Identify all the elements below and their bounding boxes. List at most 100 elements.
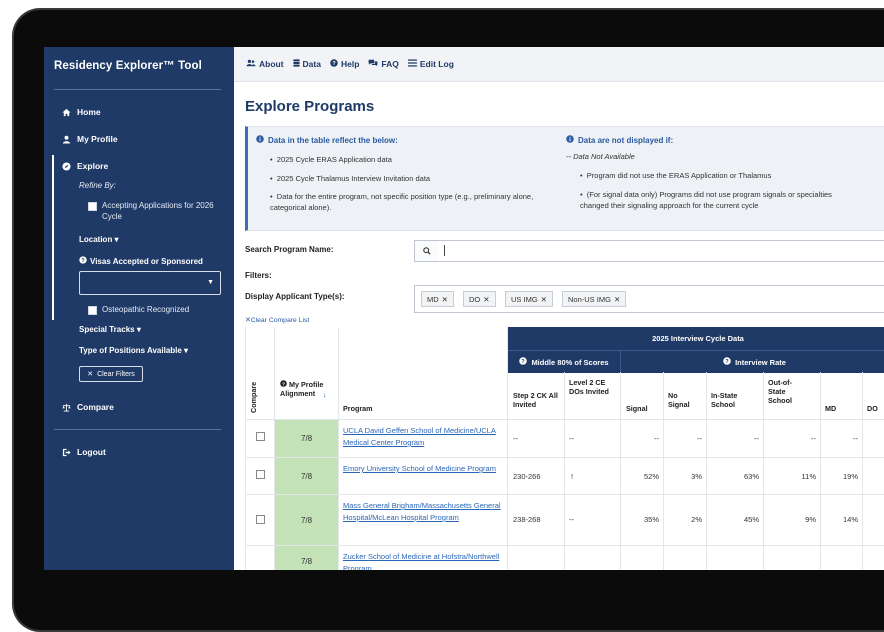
col-md-header[interactable]: MD (825, 404, 836, 413)
nav-logout[interactable]: Logout (62, 447, 106, 457)
col-alignment-label: My Profile Alignment (280, 380, 324, 398)
info-left-heading: Data in the table reflect the below: (256, 135, 398, 145)
edit-log-link[interactable]: Edit Log (407, 59, 454, 69)
app-title: Residency Explorer™ Tool (54, 60, 202, 72)
remove-icon[interactable]: ✕ (483, 295, 489, 304)
search-button[interactable] (414, 240, 440, 262)
svg-text:?: ? (725, 359, 729, 365)
accepting-label: Accepting Applications for 2026 Cycle (102, 201, 214, 221)
clear-compare-link[interactable]: ✕Clear Compare List (245, 316, 309, 324)
info-right-item-2: • (For signal data only) Programs did no… (580, 190, 832, 210)
special-tracks-filter[interactable]: Special Tracks ▾ (79, 325, 141, 334)
col-program-header[interactable]: Program (343, 404, 373, 413)
interview-rate-header[interactable]: ? Interview Rate (621, 350, 884, 373)
clear-filters-button[interactable]: ✕ Clear Filters (79, 366, 143, 382)
active-indicator (52, 155, 54, 320)
middle-80-header[interactable]: ? Middle 80% of Scores (508, 350, 621, 373)
question-circle-icon: ? (723, 357, 731, 367)
info-right-item-1: • Program did not use the ERAS Applicati… (580, 171, 772, 180)
osteopathic-filter[interactable]: Osteopathic Recognized (88, 304, 189, 315)
remove-icon[interactable]: ✕ (442, 295, 448, 304)
col-divider (564, 372, 565, 570)
tag-do[interactable]: DO ✕ (463, 291, 496, 307)
location-filter[interactable]: Location ▾ (79, 235, 119, 244)
sort-desc-icon[interactable]: ↓ (323, 390, 327, 399)
col-signal-header[interactable]: Signal (626, 404, 648, 413)
osteopathic-label: Osteopathic Recognized (102, 305, 190, 314)
question-circle-icon: ? (280, 380, 287, 389)
nav-compare[interactable]: Compare (62, 402, 114, 412)
alignment-cell: 7/8 (275, 495, 338, 545)
col-divider (862, 372, 863, 570)
nav-explore[interactable]: Explore (62, 161, 108, 171)
md-cell: -- (853, 434, 858, 443)
user-icon (62, 135, 71, 144)
instate-cell: 45% (743, 515, 759, 524)
compare-checkbox[interactable] (256, 515, 265, 524)
col-outstate-header[interactable]: Out-of-State School (768, 378, 808, 405)
close-icon: ✕ (87, 371, 94, 378)
program-link[interactable]: UCLA David Geffen School of Medicine/UCL… (343, 425, 503, 449)
nav-explore-label: Explore (77, 161, 109, 171)
col-divider (820, 372, 821, 570)
tag-non-us-img[interactable]: Non-US IMG ✕ (562, 291, 627, 307)
remove-icon[interactable]: ✕ (541, 295, 547, 304)
sign-out-icon (62, 448, 71, 457)
outstate-cell: 11% (801, 472, 816, 481)
nav-profile-label: My Profile (77, 134, 118, 144)
remove-icon[interactable]: ✕ (614, 295, 620, 304)
help-link[interactable]: ? Help (330, 59, 359, 69)
alignment-cell: 7/8 (275, 458, 338, 494)
app-screen: Residency Explorer™ Tool Home My Profile… (44, 47, 884, 570)
text-cursor (444, 245, 445, 256)
program-link[interactable]: Mass General Brigham/Massachusetts Gener… (343, 500, 503, 524)
nav-home[interactable]: Home (62, 107, 101, 117)
alignment-cell: 7/8 (275, 420, 338, 457)
md-cell: 19% (842, 472, 858, 481)
visas-select[interactable]: ▼ (79, 271, 221, 295)
tag-us-img-label: US IMG (511, 294, 538, 304)
program-link[interactable]: Emory University School of Medicine Prog… (343, 463, 503, 475)
applicant-type-select[interactable]: MD ✕ DO ✕ US IMG ✕ Non-US IMG ✕ (414, 285, 884, 313)
info-left-item-2: • 2025 Cycle Thalamus Interview Invitati… (270, 174, 431, 183)
step2-cell: 238-268 (513, 515, 541, 524)
col-step2-header[interactable]: Step 2 CK All Invited (513, 391, 563, 409)
col-level2-header[interactable]: Level 2 CE DOs Invited (569, 378, 614, 396)
interview-rate-label: Interview Rate (735, 357, 786, 367)
osteopathic-checkbox[interactable] (88, 306, 97, 315)
info-right-sub: -- Data Not Available (566, 152, 635, 161)
accepting-applications-filter[interactable]: Accepting Applications for 2026 Cycle (88, 200, 223, 222)
help-label: Help (340, 59, 360, 69)
signal-cell: -- (654, 434, 659, 443)
top-toolbar: About Data ? Help FAQ Edit Log (234, 47, 884, 82)
tag-md[interactable]: MD ✕ (421, 291, 454, 307)
clear-filters-label: Clear Filters (97, 370, 135, 378)
compare-checkbox[interactable] (256, 432, 265, 441)
nav-my-profile[interactable]: My Profile (62, 134, 118, 144)
col-divider (763, 372, 764, 570)
accepting-checkbox[interactable] (88, 202, 97, 211)
help-circle-icon[interactable]: ? (79, 256, 87, 266)
outstate-cell: -- (811, 434, 816, 443)
data-link[interactable]: Data (292, 59, 321, 69)
svg-text:?: ? (522, 359, 526, 365)
col-nosignal-header[interactable]: No Signal (668, 391, 693, 409)
about-link[interactable]: About (246, 59, 284, 69)
tag-us-img[interactable]: US IMG ✕ (505, 291, 553, 307)
search-input[interactable] (438, 240, 884, 262)
level2-cell: -- (569, 434, 574, 443)
faq-link[interactable]: FAQ (368, 59, 399, 69)
step2-cell: -- (513, 434, 518, 443)
data-label: Data (302, 59, 321, 69)
program-link[interactable]: Zucker School of Medicine at Hofstra/Nor… (343, 551, 503, 570)
compare-checkbox[interactable] (256, 470, 265, 479)
col-do-header[interactable]: DO (867, 404, 878, 413)
page-title: Explore Programs (245, 98, 375, 115)
applicant-type-label: Display Applicant Type(s): (245, 292, 345, 301)
col-alignment-header[interactable]: ? My Profile Alignment (280, 380, 335, 398)
outstate-cell: 9% (805, 515, 816, 524)
positions-filter[interactable]: Type of Positions Available ▾ (79, 346, 188, 355)
question-circle-icon: ? (330, 59, 338, 69)
col-instate-header[interactable]: In-State School (711, 391, 751, 409)
visas-filter-label: ? Visas Accepted or Sponsored (79, 256, 203, 266)
